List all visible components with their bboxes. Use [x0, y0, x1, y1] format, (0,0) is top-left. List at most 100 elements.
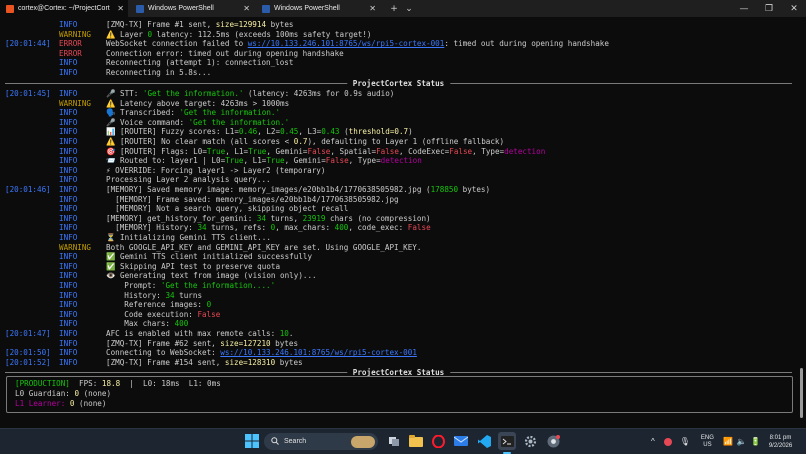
keyboard-layout: US	[703, 441, 712, 448]
opera-icon[interactable]	[429, 432, 447, 450]
log-text-segment: latency: 112.5ms (exceeds 100ms safety t…	[152, 29, 372, 39]
terminal-icon[interactable]	[498, 432, 516, 450]
tab-powershell-2[interactable]: Windows PowerShell ✕	[256, 0, 380, 17]
log-text-segment: 178850	[430, 185, 459, 194]
log-level: INFO	[59, 271, 78, 281]
chevron-up-icon[interactable]: ^	[651, 437, 655, 446]
log-text-segment: 🎤 Voice command:	[106, 117, 189, 127]
log-message: [ZMQ-TX] Frame #1 sent, size=129914 byte…	[106, 20, 293, 29]
log-text-segment: Reference images:	[106, 300, 207, 310]
log-text-segment: | L0: 18ms L1: 0ms	[120, 379, 221, 388]
antivirus-icon[interactable]	[663, 437, 672, 446]
log-text-segment: bytes	[275, 357, 303, 367]
log-text-segment: , code_exec:	[348, 223, 408, 233]
settings-gear-icon[interactable]	[521, 432, 539, 450]
log-text-segment: 34	[256, 213, 267, 223]
log-message: Connecting to WebSocket: ws://10.133.246…	[106, 348, 417, 357]
log-text-segment: [PRODUCTION]	[15, 379, 70, 388]
close-tab-icon[interactable]: ✕	[243, 4, 250, 13]
log-message: ⏳ Initializing Gemini TTS client...	[106, 233, 271, 242]
log-text-segment: : timed out during opening handshake	[444, 39, 609, 49]
mail-icon[interactable]	[452, 432, 470, 450]
tab-dropdown-button[interactable]: ⌄	[401, 0, 417, 17]
log-message: ⚠️ Layer 0 latency: 112.5ms (exceeds 100…	[106, 30, 372, 39]
clock[interactable]: 8:01 pm 9/2/2026	[769, 434, 792, 450]
log-text-segment: 0.7	[293, 137, 308, 146]
log-timestamp: [20:01:52]	[5, 357, 51, 367]
log-text-segment: L0 Guardian:	[15, 389, 70, 398]
log-text-segment: bytes)	[458, 185, 491, 194]
minimize-button[interactable]: —	[736, 0, 752, 17]
tab-powershell-1[interactable]: Windows PowerShell ✕	[130, 0, 254, 17]
chrome-icon[interactable]	[544, 432, 562, 450]
log-level: INFO	[59, 165, 78, 175]
log-text-segment: True	[225, 156, 244, 166]
maximize-button[interactable]: ❐	[761, 0, 777, 17]
search-highlight-icon	[351, 435, 375, 448]
log-message: Reconnecting in 5.8s...	[106, 68, 211, 77]
log-text-segment: ✅ Gemini TTS client initialized successf…	[106, 252, 313, 262]
log-text-segment: 👁️ Generating text from image (vision on…	[106, 271, 317, 281]
search-icon	[271, 436, 279, 447]
log-level: INFO	[59, 156, 78, 166]
wifi-icon[interactable]: 📶	[723, 437, 733, 446]
log-text-segment: , L3=	[298, 127, 322, 137]
log-text-segment: True	[206, 146, 226, 156]
log-level: INFO	[59, 127, 78, 137]
log-text-segment: 0	[206, 300, 212, 310]
volume-icon[interactable]: 🔈	[737, 437, 747, 446]
log-message: ✅ Gemini TTS client initialized successf…	[106, 252, 312, 261]
log-message: ⚠️ Latency above target: 4263ms > 1000ms	[106, 99, 289, 108]
taskbar-search-input[interactable]: Search	[264, 433, 378, 450]
terminal-output[interactable]: INFO [ZMQ-TX] Frame #1 sent, size=129914 …	[0, 17, 796, 422]
log-level: INFO	[59, 117, 78, 127]
new-tab-button[interactable]: +	[386, 0, 402, 17]
log-text-segment: Connecting to WebSocket:	[106, 348, 221, 358]
vscode-icon[interactable]	[475, 432, 493, 450]
log-message: Processing Layer 2 analysis query...	[106, 175, 271, 184]
log-text-segment: , Type=	[348, 156, 381, 166]
log-text-segment: True	[248, 146, 267, 156]
log-text-segment: 10	[279, 329, 289, 338]
log-text-segment: , L2=	[257, 127, 281, 137]
log-text-segment: AFC is enabled with max remote calls:	[106, 329, 280, 338]
log-text-segment: [MEMORY] Frame saved: memory_images/e20b…	[106, 194, 399, 204]
battery-icon[interactable]: 🔋	[751, 437, 761, 446]
log-message: ⚠️ [ROUTER] No clear match (all scores <…	[106, 137, 504, 146]
tab-label: Windows PowerShell	[274, 5, 340, 12]
task-view-icon[interactable]	[385, 432, 403, 450]
log-message: Connection error: timed out during openi…	[106, 49, 344, 58]
log-text-segment[interactable]: ws://10.133.246.101:8765/ws/rpi5-cortex-…	[220, 348, 417, 357]
close-tab-icon[interactable]: ✕	[117, 4, 124, 13]
language-indicator[interactable]: ENG US	[701, 435, 714, 449]
log-text-segment: .	[288, 329, 294, 338]
log-level: WARNING	[59, 98, 92, 108]
log-message: 👁️ Generating text from image (vision on…	[106, 271, 317, 280]
log-text-segment: 400	[334, 223, 349, 233]
log-text-segment: , max_chars:	[275, 223, 335, 233]
language-code: ENG	[700, 434, 714, 441]
log-level: INFO	[59, 329, 78, 338]
log-text-segment: size=128310	[224, 357, 276, 367]
microphone-icon[interactable]: 🎙	[680, 437, 690, 446]
log-text-segment: 📊 [ROUTER] Fuzzy scores: L1=	[106, 127, 239, 137]
taskbar: Search ^ 🎙 ENG US 📶 🔈 🔋 8:01 pm 9/2/2026	[0, 428, 806, 454]
log-level: INFO	[59, 58, 78, 68]
file-explorer-icon[interactable]	[407, 432, 425, 450]
scrollbar[interactable]	[800, 368, 803, 418]
powershell-icon	[136, 4, 144, 13]
status-separator: ProjectCortex Status	[5, 79, 792, 88]
tab-ubuntu[interactable]: cortex@Cortex: ~/ProjectCort ✕	[0, 0, 128, 17]
log-text-segment[interactable]: ws://10.133.246.101:8765/ws/rpi5-cortex-…	[248, 39, 445, 48]
log-level: INFO	[59, 338, 78, 348]
status-line: L1 Learner: 0 (none)	[15, 399, 106, 408]
log-level: INFO	[59, 290, 78, 300]
close-tab-icon[interactable]: ✕	[369, 4, 376, 13]
close-window-button[interactable]: ✕	[786, 0, 802, 17]
log-message: AFC is enabled with max remote calls: 10…	[106, 329, 293, 338]
log-message: 🎤 Voice command: 'Get the information.'	[106, 118, 289, 127]
log-text-segment: Code execution:	[106, 309, 198, 319]
log-text-segment: 0.45	[280, 127, 299, 137]
windows-start-icon[interactable]	[243, 432, 261, 450]
log-level: INFO	[59, 108, 78, 118]
